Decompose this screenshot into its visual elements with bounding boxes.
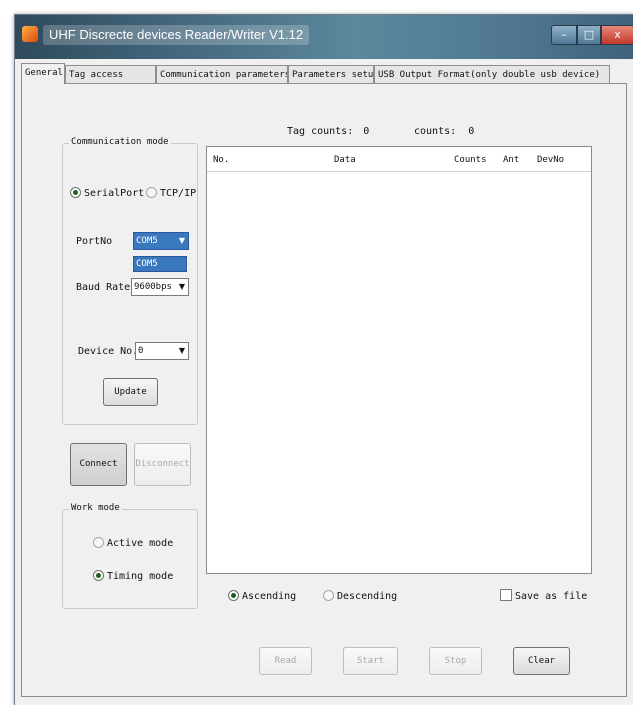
active-mode-radio-dot[interactable]	[93, 536, 104, 548]
column-header-counts[interactable]: Counts	[454, 155, 487, 165]
baud-rate-label: Baud Rate	[76, 282, 131, 293]
descending-label: Descending	[337, 591, 398, 602]
stop-button[interactable]: Stop	[429, 647, 482, 675]
counts: counts: 0	[414, 126, 474, 137]
tab-usb-output-format[interactable]: USB Output Format(only double usb device…	[374, 65, 610, 83]
device-no-label: Device No.	[78, 346, 139, 357]
tag-data-table[interactable]: No. Data Counts Ant DevNo	[206, 146, 592, 574]
save-as-file-box[interactable]	[500, 589, 512, 601]
baud-rate-value: 9600bps	[134, 282, 172, 292]
baud-rate-select[interactable]: 9600bps ▼	[131, 278, 189, 296]
device-no-value: 0	[138, 346, 144, 356]
chevron-down-icon[interactable]: ▼	[179, 343, 185, 359]
work-mode-group: Work mode	[62, 503, 198, 609]
timing-mode-radio-dot[interactable]	[93, 569, 104, 581]
table-header: No. Data Counts Ant DevNo	[207, 147, 591, 172]
tab-communication-parameters[interactable]: Communication parameters	[156, 65, 288, 83]
active-mode-label: Active mode	[107, 538, 174, 549]
communication-mode-label: Communication mode	[69, 137, 171, 147]
maximize-button[interactable]: □	[577, 25, 601, 45]
descending-radio-dot[interactable]	[323, 589, 334, 601]
descending-radio[interactable]: Descending	[323, 589, 398, 604]
tab-parameters-setup[interactable]: Parameters setup	[288, 65, 374, 83]
serialport-radio-dot[interactable]	[70, 186, 81, 198]
ascending-radio-dot[interactable]	[228, 589, 239, 601]
port-label: PortNo	[76, 236, 113, 247]
port-select[interactable]: COM5 ▼	[133, 232, 189, 250]
disconnect-button[interactable]: Disconnect	[134, 443, 191, 486]
tag-counts-label: Tag counts:	[287, 126, 354, 137]
minimize-button[interactable]: –	[551, 25, 577, 45]
window-title: UHF Discrecte devices Reader/Writer V1.1…	[43, 25, 310, 45]
active-mode-radio[interactable]: Active mode	[93, 536, 174, 551]
timing-mode-radio[interactable]: Timing mode	[93, 569, 174, 584]
save-as-file-label: Save as file	[515, 591, 588, 602]
close-button[interactable]: x	[601, 25, 633, 45]
tcpip-radio-dot[interactable]	[146, 186, 157, 198]
port-value: COM5	[136, 236, 158, 246]
update-button[interactable]: Update	[103, 378, 158, 406]
column-header-data[interactable]: Data	[334, 155, 356, 165]
title-bar[interactable]: UHF Discrecte devices Reader/Writer V1.1…	[15, 15, 633, 59]
port-dropdown-option[interactable]: COM5	[133, 256, 187, 272]
ascending-label: Ascending	[242, 591, 297, 602]
counts-label: counts:	[414, 126, 457, 137]
counts-value: 0	[468, 126, 475, 137]
ascending-radio[interactable]: Ascending	[228, 589, 297, 604]
column-header-no[interactable]: No.	[213, 155, 229, 165]
serialport-label: SerialPort	[84, 188, 145, 199]
tab-general[interactable]: General	[21, 63, 65, 84]
device-no-select[interactable]: 0 ▼	[135, 342, 189, 360]
chevron-down-icon[interactable]: ▼	[179, 279, 185, 295]
tag-counts-value: 0	[363, 126, 370, 137]
column-header-ant[interactable]: Ant	[503, 155, 519, 165]
read-button[interactable]: Read	[259, 647, 312, 675]
save-as-file-checkbox[interactable]: Save as file	[500, 589, 588, 604]
tab-tag-access[interactable]: Tag access	[65, 65, 156, 83]
tcpip-label: TCP/IP	[160, 188, 197, 199]
tag-counts: Tag counts: 0	[287, 126, 369, 137]
start-button[interactable]: Start	[343, 647, 398, 675]
app-icon	[22, 26, 38, 42]
clear-button[interactable]: Clear	[513, 647, 570, 675]
chevron-down-icon[interactable]: ▼	[179, 233, 185, 249]
work-mode-label: Work mode	[69, 503, 122, 513]
column-header-devno[interactable]: DevNo	[537, 155, 564, 165]
tcpip-radio[interactable]: TCP/IP	[146, 186, 197, 201]
connect-button[interactable]: Connect	[70, 443, 127, 486]
serialport-radio[interactable]: SerialPort	[70, 186, 145, 201]
timing-mode-label: Timing mode	[107, 571, 174, 582]
